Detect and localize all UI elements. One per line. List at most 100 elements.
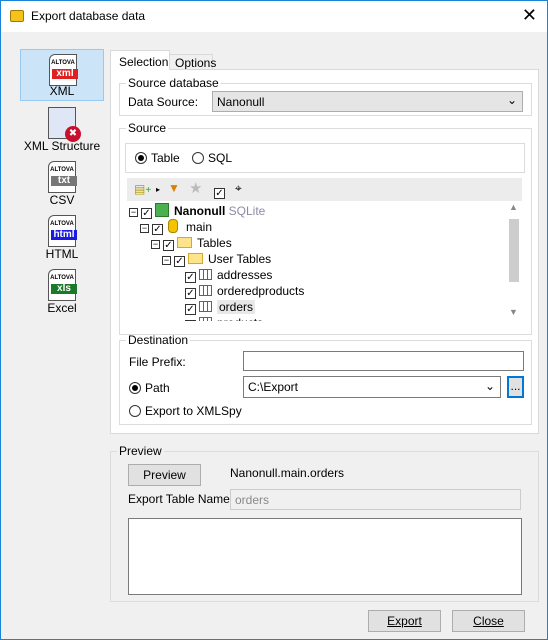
- radio-circle: [135, 152, 147, 164]
- radio-circle: [192, 152, 204, 164]
- checkbox[interactable]: ✓: [152, 224, 163, 235]
- path-combobox[interactable]: C:\Export ⌄: [243, 376, 501, 398]
- data-source-label: Data Source:: [128, 95, 199, 109]
- radio-sql[interactable]: SQL: [192, 151, 232, 165]
- radio-label: Table: [151, 151, 180, 165]
- sidebar-item-label: Excel: [47, 301, 77, 315]
- tree-toolbar: [127, 178, 522, 201]
- tree-node[interactable]: ✓ addresses: [185, 267, 272, 283]
- checkbox[interactable]: ✓: [185, 304, 196, 315]
- sidebar-item-html[interactable]: ALTOVA html HTML: [20, 211, 104, 263]
- file-prefix-input[interactable]: [243, 351, 524, 371]
- export-table-name-input[interactable]: orders: [230, 489, 521, 510]
- brand-text: ALTOVA: [50, 221, 74, 227]
- scroll-up-icon[interactable]: ▲: [509, 202, 518, 212]
- format-badge: html: [51, 230, 77, 240]
- radio-table[interactable]: Table: [135, 151, 180, 165]
- table-icon: [199, 285, 212, 296]
- scroll-thumb[interactable]: [509, 219, 519, 282]
- sidebar-item-excel[interactable]: ALTOVA xls Excel: [20, 265, 104, 317]
- favorite-star-icon[interactable]: ★: [189, 179, 202, 197]
- radio-circle: [129, 405, 141, 417]
- tree-node-type: SQLite: [228, 204, 266, 218]
- brand-text: ALTOVA: [50, 167, 74, 173]
- xml-schema-icon: ✖: [48, 107, 81, 142]
- export-icon: [10, 10, 24, 22]
- dropdown-arrow-icon[interactable]: ▸: [156, 185, 160, 194]
- radio-path[interactable]: Path: [129, 381, 170, 395]
- html-file-icon: ALTOVA html: [48, 215, 77, 247]
- sidebar-item-xml-structure[interactable]: ✖ XML Structure: [20, 103, 104, 155]
- tree-scrollbar[interactable]: ▲ ▼: [507, 201, 521, 321]
- tree-node-label: Tables: [197, 236, 232, 250]
- export-dialog: Export database data ✕ ALTOVA xml XML ✖ XML …: [0, 0, 548, 640]
- format-badge: xml: [52, 69, 78, 79]
- close-icon[interactable]: ✕: [522, 5, 537, 26]
- preview-textarea[interactable]: [128, 518, 522, 595]
- table-icon: [199, 269, 212, 280]
- tree-node-label: orderedproducts: [217, 284, 305, 298]
- filter-icon[interactable]: ▼: [168, 181, 180, 195]
- radio-label: Export to XMLSpy: [145, 404, 242, 418]
- source-type-box: [125, 143, 525, 173]
- tree-node[interactable]: − ✓ User Tables: [162, 251, 271, 267]
- tree-node[interactable]: − ✓ Nanonull SQLite: [129, 203, 265, 219]
- browse-button[interactable]: ...: [507, 376, 524, 398]
- tree-node-label: Nanonull: [174, 204, 226, 218]
- tree-node[interactable]: − ✓ Tables: [151, 235, 232, 251]
- radio-export-xmlspy[interactable]: Export to XMLSpy: [129, 404, 242, 418]
- chevron-down-icon: ⌄: [506, 93, 517, 107]
- checkbox[interactable]: ✓: [174, 256, 185, 267]
- database-connection-icon: [155, 203, 169, 217]
- checkbox[interactable]: ✓: [141, 208, 152, 219]
- radio-label: Path: [145, 381, 170, 395]
- collapse-icon[interactable]: −: [162, 256, 171, 265]
- checkbox[interactable]: ✓: [185, 320, 196, 321]
- scroll-down-icon[interactable]: ▼: [509, 307, 518, 317]
- sidebar-item-label: CSV: [49, 193, 75, 207]
- close-button[interactable]: Close: [452, 610, 525, 632]
- tree-node-label: User Tables: [208, 252, 272, 266]
- table-icon: [199, 301, 212, 312]
- collapse-icon[interactable]: −: [129, 208, 138, 217]
- path-value: C:\Export: [248, 380, 299, 394]
- export-button[interactable]: Export: [368, 610, 441, 632]
- export-table-name-label: Export Table Name:: [128, 492, 234, 506]
- format-badge: txt: [51, 176, 77, 186]
- data-source-value: Nanonull: [217, 95, 265, 109]
- collapse-icon[interactable]: −: [151, 240, 160, 249]
- brand-text: ALTOVA: [51, 60, 75, 66]
- brand-text: ALTOVA: [50, 275, 74, 281]
- collapse-icon[interactable]: −: [140, 224, 149, 233]
- tree-node[interactable]: ✓ orderedproducts: [185, 283, 304, 299]
- check-all-icon[interactable]: ✓: [214, 184, 228, 199]
- source-tree[interactable]: − ✓ Nanonull SQLite − ✓ main − ✓ Tables − ✓ User Ta…: [127, 201, 507, 321]
- tab-options[interactable]: Options: [169, 54, 216, 70]
- database-icon: [168, 219, 178, 233]
- add-folder-icon[interactable]: ▤+: [134, 182, 151, 196]
- preview-button[interactable]: Preview: [128, 464, 201, 486]
- xml-file-icon: ALTOVA xml: [49, 54, 78, 86]
- sidebar-item-xml[interactable]: ALTOVA xml XML: [20, 49, 104, 101]
- tree-node-label: addresses: [217, 268, 273, 282]
- chevron-down-icon: ⌄: [484, 379, 495, 393]
- tree-node[interactable]: ✓ orders: [185, 299, 256, 315]
- folder-icon: [188, 253, 203, 264]
- title-bar: Export database data ✕: [1, 1, 547, 32]
- tree-node-label: products: [217, 316, 263, 321]
- tree-node-label: orders: [217, 300, 256, 314]
- checkbox[interactable]: ✓: [185, 272, 196, 283]
- preview-table-path: Nanonull.main.orders: [230, 466, 345, 480]
- folder-icon: [177, 237, 192, 248]
- sidebar-item-csv[interactable]: ALTOVA txt CSV: [20, 157, 104, 209]
- locate-crosshair-icon[interactable]: ⌖: [235, 181, 242, 196]
- tree-node[interactable]: ✓ products: [185, 315, 263, 321]
- tab-selection[interactable]: Selection: [110, 50, 170, 70]
- data-source-select[interactable]: Nanonull ⌄: [212, 91, 523, 112]
- window-title: Export database data: [31, 9, 146, 23]
- file-prefix-label: File Prefix:: [129, 355, 186, 369]
- checkbox[interactable]: ✓: [163, 240, 174, 251]
- checkbox[interactable]: ✓: [185, 288, 196, 299]
- radio-label: SQL: [208, 151, 233, 165]
- tree-node[interactable]: − ✓ main: [140, 219, 212, 235]
